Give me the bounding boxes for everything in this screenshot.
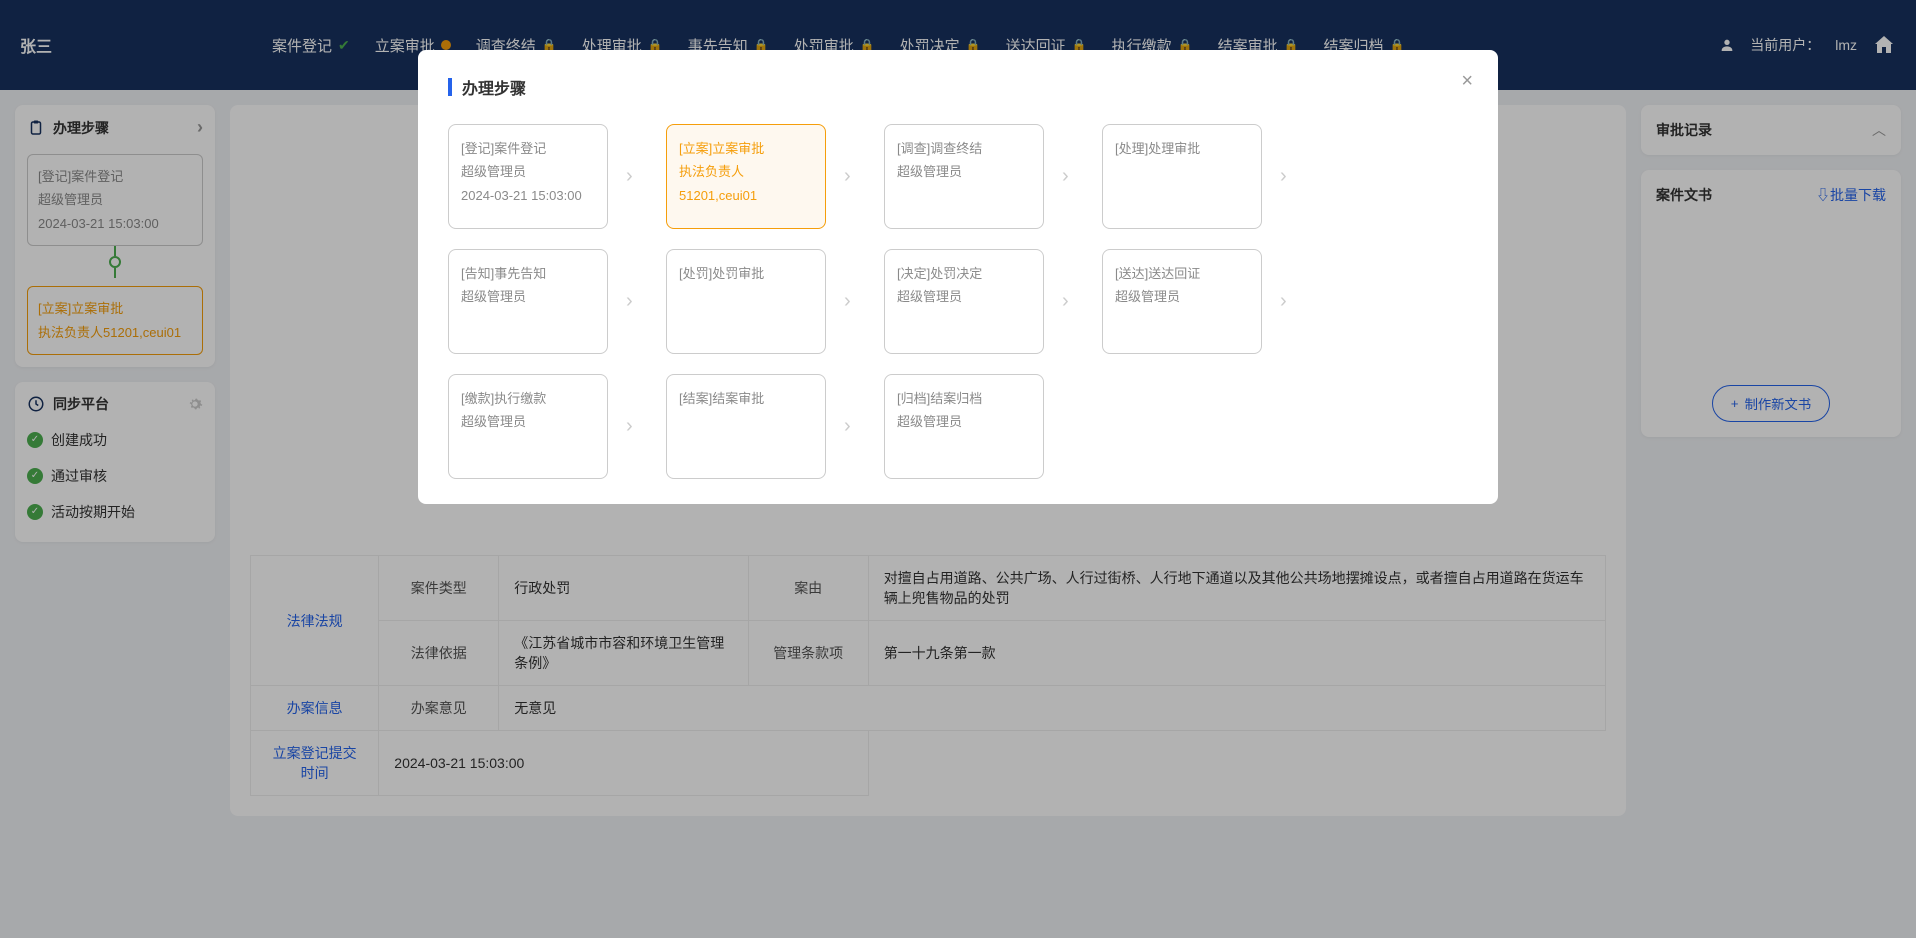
flow-card-owner: 超级管理员: [897, 410, 1031, 433]
chevron-right-icon: ›: [1062, 165, 1082, 188]
modal-overlay: × 办理步骤 [登记]案件登记超级管理员2024-03-21 15:03:00›…: [0, 0, 1916, 938]
flow-card-owner: 超级管理员: [897, 285, 1031, 308]
flow-card[interactable]: [登记]案件登记超级管理员2024-03-21 15:03:00: [448, 124, 608, 229]
flow-card[interactable]: [送达]送达回证超级管理员: [1102, 249, 1262, 354]
flow-card-owner: 超级管理员: [461, 285, 595, 308]
flow-item-10: [归档]结案归档超级管理员: [884, 374, 1044, 479]
flow-item-1: [立案]立案审批执法负责人51201,ceui01 ›: [666, 124, 864, 229]
chevron-right-icon: ›: [1280, 290, 1300, 313]
flow-card[interactable]: [告知]事先告知超级管理员: [448, 249, 608, 354]
chevron-right-icon: ›: [1062, 290, 1082, 313]
flow-card[interactable]: [处罚]处罚审批: [666, 249, 826, 354]
modal: × 办理步骤 [登记]案件登记超级管理员2024-03-21 15:03:00›…: [418, 50, 1498, 504]
flow-grid: [登记]案件登记超级管理员2024-03-21 15:03:00›[立案]立案审…: [448, 124, 1468, 479]
modal-title-wrap: 办理步骤: [448, 75, 1468, 99]
flow-item-0: [登记]案件登记超级管理员2024-03-21 15:03:00 ›: [448, 124, 646, 229]
flow-card[interactable]: [结案]结案审批: [666, 374, 826, 479]
flow-card[interactable]: [立案]立案审批执法负责人51201,ceui01: [666, 124, 826, 229]
flow-card[interactable]: [决定]处罚决定超级管理员: [884, 249, 1044, 354]
modal-close-button[interactable]: ×: [1461, 70, 1473, 93]
flow-card[interactable]: [处理]处理审批: [1102, 124, 1262, 229]
flow-card-time: 2024-03-21 15:03:00: [461, 184, 595, 207]
flow-card-title: [缴款]执行缴款: [461, 387, 595, 410]
flow-card[interactable]: [归档]结案归档超级管理员: [884, 374, 1044, 479]
flow-item-5: [处罚]处罚审批 ›: [666, 249, 864, 354]
flow-item-8: [缴款]执行缴款超级管理员 ›: [448, 374, 646, 479]
flow-card[interactable]: [调查]调查终结超级管理员: [884, 124, 1044, 229]
close-icon: ×: [1461, 70, 1473, 92]
modal-title-bar: [448, 78, 452, 96]
flow-card[interactable]: [缴款]执行缴款超级管理员: [448, 374, 608, 479]
flow-card-owner: 超级管理员: [897, 160, 1031, 183]
chevron-right-icon: ›: [626, 165, 646, 188]
flow-card-owner: 超级管理员: [1115, 285, 1249, 308]
flow-item-4: [告知]事先告知超级管理员 ›: [448, 249, 646, 354]
flow-card-title: [结案]结案审批: [679, 387, 813, 410]
flow-item-2: [调查]调查终结超级管理员 ›: [884, 124, 1082, 229]
flow-item-6: [决定]处罚决定超级管理员 ›: [884, 249, 1082, 354]
chevron-right-icon: ›: [626, 290, 646, 313]
flow-card-title: [送达]送达回证: [1115, 262, 1249, 285]
flow-card-title: [告知]事先告知: [461, 262, 595, 285]
flow-card-owner: 超级管理员: [461, 410, 595, 433]
modal-title: 办理步骤: [462, 75, 526, 99]
chevron-right-icon: ›: [844, 290, 864, 313]
flow-card-title: [处罚]处罚审批: [679, 262, 813, 285]
flow-card-title: [登记]案件登记: [461, 137, 595, 160]
flow-card-title: [处理]处理审批: [1115, 137, 1249, 160]
flow-card-title: [立案]立案审批: [679, 137, 813, 160]
flow-card-title: [归档]结案归档: [897, 387, 1031, 410]
flow-item-9: [结案]结案审批 ›: [666, 374, 864, 479]
chevron-right-icon: ›: [844, 415, 864, 438]
chevron-right-icon: ›: [626, 415, 646, 438]
flow-card-owner: 执法负责人51201,ceui01: [679, 160, 813, 207]
chevron-right-icon: ›: [844, 165, 864, 188]
flow-card-owner: 超级管理员: [461, 160, 595, 183]
chevron-right-icon: ›: [1280, 165, 1300, 188]
flow-item-7: [送达]送达回证超级管理员 ›: [1102, 249, 1300, 354]
flow-card-title: [调查]调查终结: [897, 137, 1031, 160]
flow-card-title: [决定]处罚决定: [897, 262, 1031, 285]
flow-item-3: [处理]处理审批 ›: [1102, 124, 1300, 229]
